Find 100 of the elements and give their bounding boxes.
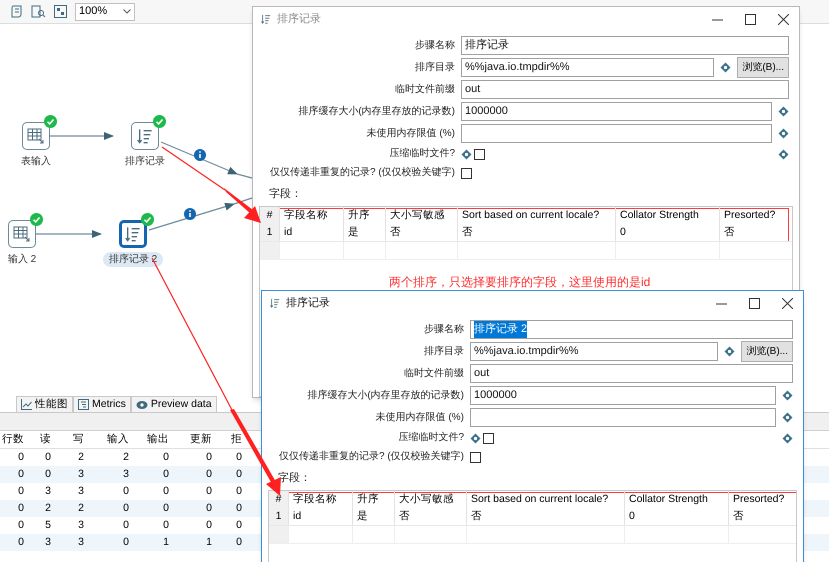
field-label: 排序目录 [423,344,464,358]
zoom-select[interactable]: 100% [75,2,135,20]
table-cell-text: 0 [162,450,170,465]
table-cell-text: 0 [17,518,25,533]
sort-icon [270,298,280,308]
column-header[interactable]: 行数 [0,432,30,448]
table-cell-text: 0 [235,518,243,533]
script-icon[interactable] [10,5,23,18]
text-field[interactable]: %%java.io.tmpdir%% [470,342,718,361]
section-label: 字段： [278,472,311,484]
table-cell-text: 0 [122,534,130,550]
node-label: 表输入 [20,154,52,169]
column-header[interactable]: 读 [30,432,57,448]
table-cell-text: 5 [44,518,52,533]
table-cell-text: 0 [122,500,130,516]
table-cell-text: 0 [205,518,213,533]
column-header[interactable]: Collator Strength [625,491,729,508]
text-field[interactable]: 排序记录 2 [470,320,793,339]
maximize-icon[interactable] [749,298,760,308]
sort-icon [137,128,153,144]
table-cell: 0 [616,224,720,241]
column-header[interactable]: # [260,207,280,224]
chart-icon [21,399,32,410]
column-header[interactable]: 字段名称 [289,491,353,508]
column-header[interactable]: 字段名称 [280,207,344,224]
field-label: 压缩临时文件? [397,431,464,445]
check-badge-icon [141,213,154,226]
table-cell-text: 2 [77,500,85,516]
table-cell-text: 0 [205,466,213,482]
table-cell-text: 0 [235,534,243,550]
browse-button[interactable]: 浏览(B)... [741,341,793,362]
column-header[interactable]: 输出 [135,432,175,448]
table-cell-text: 0 [17,500,25,516]
table-cell: 否 [386,224,458,241]
panel-tab[interactable]: Metrics [73,396,131,412]
column-header[interactable]: Collator Strength [616,207,720,224]
column-header[interactable]: Presorted? [729,491,796,508]
step-node[interactable] [22,122,50,150]
panel-tab[interactable]: Preview data [130,396,217,412]
table-cell-text: 0 [205,500,213,516]
checkbox[interactable] [474,148,485,160]
table-cell-text: 3 [44,534,52,550]
table-cell-text: 3 [44,484,52,499]
table-cell-text: 1 [162,534,170,550]
close-icon[interactable] [782,298,793,308]
column-header[interactable]: 拒 [218,432,248,448]
text-field[interactable]: 排序记录 [461,36,789,55]
table-cell-text: 0 [17,466,25,482]
table-cell-text: 2 [77,450,85,465]
text-field[interactable]: 1000000 [470,386,776,405]
maximize-icon[interactable] [745,14,756,24]
table-cell-text: 0 [205,450,213,465]
column-header[interactable]: Presorted? [720,207,792,224]
text-field[interactable] [461,124,772,143]
step-node[interactable] [8,220,36,248]
browse-button[interactable]: 浏览(B)... [737,57,789,78]
step-node[interactable] [119,220,147,248]
column-header[interactable]: Sort based on current locale? [458,207,616,224]
field-label: 压缩临时文件? [388,147,455,161]
column-header[interactable]: Sort based on current locale? [467,491,625,508]
sort-icon [261,14,271,24]
check-badge-icon [153,115,166,128]
column-header[interactable]: 写 [57,432,90,448]
column-header[interactable]: # [269,491,289,508]
table-cell: 否 [729,508,796,525]
text-field[interactable]: out [470,364,793,383]
column-header[interactable]: 输入 [90,432,135,448]
text-field[interactable] [470,408,776,427]
text-field[interactable]: %%java.io.tmpdir%% [461,58,714,77]
table-cell-text: 0 [162,466,170,482]
close-icon[interactable] [778,14,789,24]
field-label: 步骤名称 [423,322,464,336]
section-label: 字段： [269,188,302,200]
search-icon[interactable] [31,5,46,18]
table-cell-text: 1 [205,534,213,550]
column-header[interactable]: 更新 [175,432,218,448]
table-cell: 0 [625,508,729,525]
column-header[interactable]: 大小写敏感 [386,207,458,224]
column-header[interactable]: 升序 [353,491,395,508]
info-icon[interactable] [194,149,206,161]
checkbox[interactable] [483,432,494,444]
table-cell: 否 [467,508,625,525]
table-cell: 否 [720,224,792,241]
window-title: 排序记录 [277,12,321,27]
info-icon[interactable] [184,208,196,220]
table-cell: id [289,508,353,525]
panel-tab[interactable]: 性能图 [16,396,73,412]
text-field[interactable]: out [461,80,789,99]
step-node[interactable] [131,122,159,150]
sort-icon [125,226,141,242]
column-header[interactable]: 大小写敏感 [395,491,467,508]
table-cell-text: 0 [162,484,170,499]
checkbox[interactable] [461,168,472,178]
field-label: 排序目录 [414,60,455,74]
column-header[interactable]: 升序 [344,207,386,224]
text-field[interactable]: 1000000 [461,102,772,121]
checkbox[interactable] [470,452,481,462]
table-cell-text: 0 [205,484,213,499]
table-cell-text: 0 [235,450,243,465]
grid-icon[interactable] [54,5,67,18]
